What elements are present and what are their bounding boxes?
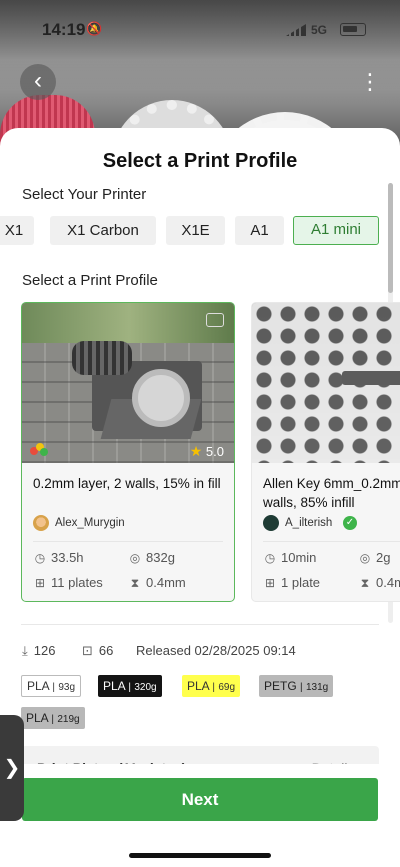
sheet-title: Select a Print Profile	[102, 150, 298, 172]
print-time: ◷ 10min	[264, 550, 317, 565]
profile-card[interactable]: ★ 5.0 0.2mm layer, 2 walls, 15% in fill …	[21, 302, 235, 602]
filament-tag: PLA | 93g	[21, 675, 82, 697]
side-panel-handle[interactable]: ❯	[0, 715, 24, 821]
profile-author[interactable]: A_ilterish ✓	[263, 515, 400, 533]
plate-count: ⊞ 11 plates	[34, 575, 103, 590]
chevron-right-icon: ❯	[3, 757, 21, 779]
nozzle-size: ⧗0.4mm	[358, 575, 400, 591]
printer-chip-x1-carbon[interactable]: X1 Carbon	[50, 216, 156, 245]
filament-tag: PLA | 219g	[21, 707, 85, 729]
chevron-left-icon: ‹	[34, 67, 42, 94]
more-button[interactable]: ⋮	[352, 64, 388, 100]
bottom-action-bar: Next	[0, 764, 400, 867]
more-vertical-icon: ⋮	[359, 69, 381, 94]
profile-section-label: Select a Print Profile	[22, 272, 158, 289]
clock-icon: ◷	[264, 551, 276, 565]
printer-chip-a1-mini[interactable]: A1 mini	[293, 216, 379, 245]
plate-icon: ⊞	[34, 576, 46, 590]
printer-chip-x1e[interactable]: X1E	[166, 216, 225, 245]
printer-selector: X1 X1 Carbon X1E A1 A1 mini	[0, 216, 400, 246]
back-button[interactable]: ‹	[20, 64, 56, 100]
download-icon: ⤓	[22, 643, 28, 658]
avatar	[263, 515, 279, 531]
nozzle-icon: ⧗	[360, 576, 370, 590]
printer-chip-a1[interactable]: A1	[235, 216, 284, 245]
profile-author[interactable]: Alex_Murygin	[33, 515, 223, 533]
filament-icon: ◎	[359, 551, 371, 565]
status-bar: 14:19 🔕 5G	[0, 18, 400, 42]
profile-thumbnail: ★ 5.0	[22, 303, 234, 463]
printer-section-label: Select Your Printer	[22, 186, 147, 203]
clock-icon: ◷	[34, 551, 46, 565]
bell-muted-icon: 🔕	[86, 21, 103, 36]
author-name: A_ilterish	[285, 517, 333, 529]
signal-icon	[286, 24, 306, 36]
printer-chip-x1[interactable]: X1	[0, 216, 34, 245]
filament-icon: ◎	[129, 551, 141, 565]
rating: ★ 5.0	[189, 443, 224, 459]
release-date: Released 02/28/2025 09:14	[136, 643, 296, 658]
camera-icon	[206, 313, 224, 327]
filament-weight: ◎ 2g	[359, 550, 391, 565]
profile-card[interactable]: Allen Key 6mm_0.2mm layer, 5 walls, 85% …	[251, 302, 400, 602]
nozzle-icon: ⧗	[130, 576, 140, 590]
filament-tag: PLA | 69g	[182, 675, 241, 697]
avatar	[33, 515, 49, 531]
print-icon: ⊡	[82, 643, 93, 658]
next-button[interactable]: Next	[22, 778, 378, 821]
print-time: ◷ 33.5h	[34, 550, 84, 565]
network-type: 5G	[311, 23, 328, 37]
profile-title: Allen Key 6mm_0.2mm layer, 5 walls, 85% …	[263, 476, 400, 510]
filament-weight: ◎ 832g	[129, 550, 175, 565]
plate-count: ⊞ 1 plate	[264, 575, 321, 590]
print-count: ⊡ 66	[82, 643, 114, 658]
status-time: 14:19	[42, 20, 86, 39]
filament-tag: PLA | 320g	[98, 675, 162, 697]
profile-thumbnail	[252, 303, 400, 463]
author-name: Alex_Murygin	[55, 517, 125, 529]
download-count: ⤓ 126	[22, 643, 56, 658]
filament-tag: PETG | 131g	[259, 675, 334, 697]
profile-title: 0.2mm layer, 2 walls, 15% in fill	[33, 476, 221, 491]
nozzle-size: ⧗0.4mm	[128, 575, 186, 591]
plate-icon: ⊞	[264, 576, 276, 590]
verified-icon: ✓	[343, 516, 357, 530]
multicolor-icon	[30, 443, 50, 457]
battery-icon	[340, 23, 366, 36]
star-icon: ★	[189, 443, 203, 459]
print-profile-sheet: Select a Print Profile Select Your Print…	[0, 128, 400, 867]
home-indicator[interactable]	[129, 853, 271, 858]
